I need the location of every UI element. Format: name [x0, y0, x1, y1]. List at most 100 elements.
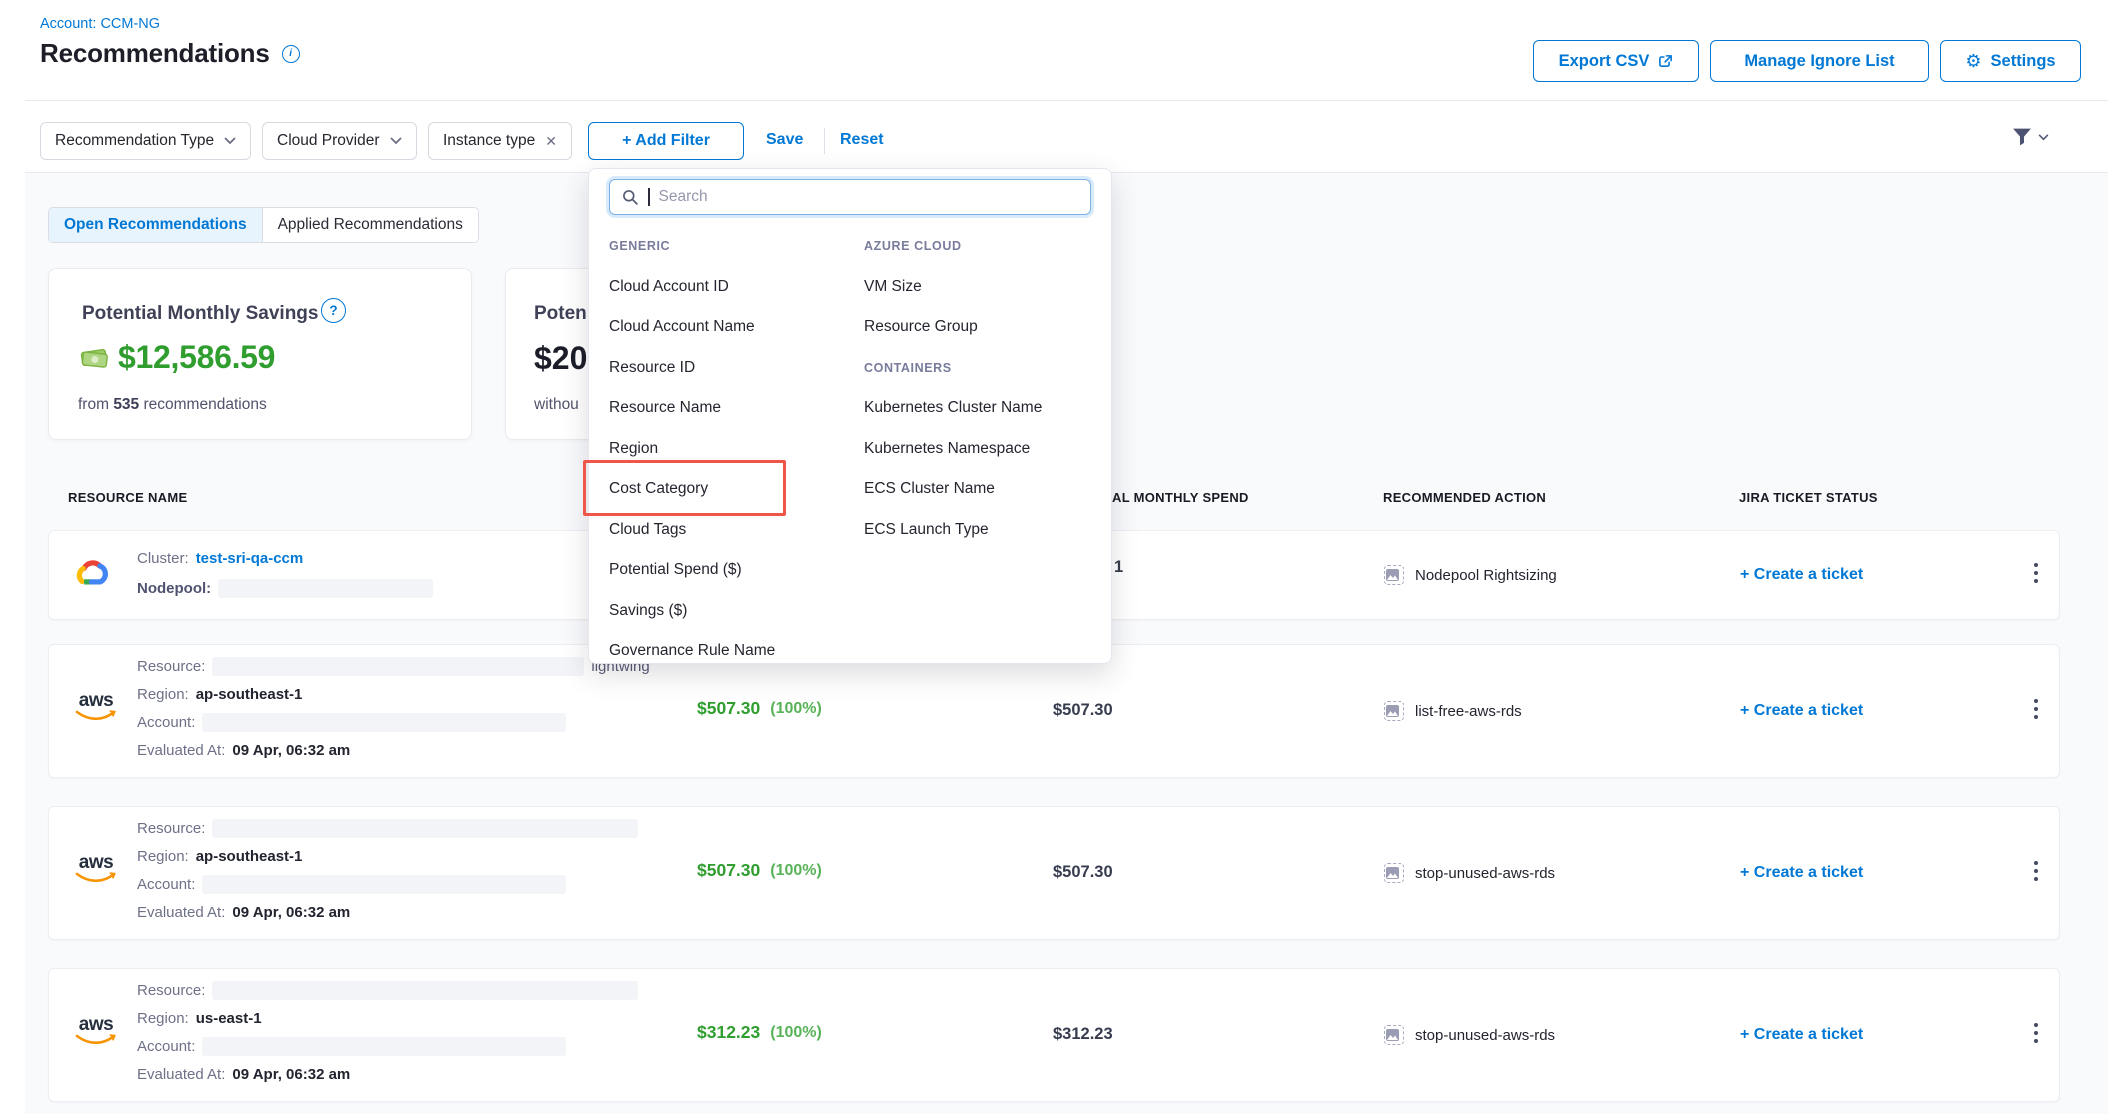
spend-card-subtitle-partial: withou [534, 396, 579, 414]
recommendation-count: 535 [113, 396, 139, 413]
recommended-action-cell: Nodepool Rightsizing [1384, 565, 1557, 585]
evaluated-at-value: 09 Apr, 06:32 am [232, 742, 350, 759]
redacted-nodepool-value [218, 579, 433, 598]
recommended-action-label: Nodepool Rightsizing [1415, 567, 1557, 584]
monthly-spend-value: $507.30 [1053, 701, 1113, 720]
recommendations-page: Account: CCM-NG Recommendations i Export… [0, 0, 2108, 1114]
settings-label: Settings [1991, 52, 2056, 71]
table-row[interactable]: aws Resource: Region: ap-southeast-1 Acc… [48, 806, 2060, 940]
recommended-action-cell: stop-unused-aws-rds [1384, 1025, 1555, 1045]
dropdown-item-cloud-account-name[interactable]: Cloud Account Name [609, 307, 854, 348]
column-header-total-monthly-spend[interactable]: AL MONTHLY SPEND [1112, 490, 1249, 505]
dropdown-item-potential-spend[interactable]: Potential Spend ($) [609, 550, 854, 591]
export-csv-button[interactable]: Export CSV [1533, 40, 1699, 82]
dropdown-item-governance-rule-name[interactable]: Governance Rule Name [609, 631, 854, 672]
filter-chip-cloud-provider[interactable]: Cloud Provider [262, 122, 417, 160]
dropdown-column-cloud-specific: AZURE CLOUD VM Size Resource Group CONTA… [864, 226, 1094, 550]
recommendations-tabs: Open Recommendations Applied Recommendat… [48, 207, 479, 243]
funnel-icon [2012, 127, 2032, 147]
filter-chip-recommendation-type[interactable]: Recommendation Type [40, 122, 251, 160]
savings-percentage: (100%) [770, 1024, 822, 1042]
region-label: Region: [137, 1010, 189, 1027]
settings-button[interactable]: ⚙ Settings [1940, 40, 2081, 82]
dropdown-item-vm-size[interactable]: VM Size [864, 267, 1094, 308]
create-ticket-link[interactable]: + Create a ticket [1740, 1026, 1863, 1044]
column-header-recommended-action[interactable]: RECOMMENDED ACTION [1383, 490, 1546, 505]
search-input[interactable]: Search [609, 179, 1091, 215]
recommended-action-cell: stop-unused-aws-rds [1384, 863, 1555, 883]
table-row[interactable]: aws Resource: lightwing Region: ap-south… [48, 644, 2060, 778]
savings-amount: $12,586.59 [118, 339, 275, 376]
manage-ignore-list-button[interactable]: Manage Ignore List [1710, 40, 1929, 82]
aws-logo-text: aws [79, 853, 113, 872]
cluster-name-link[interactable]: test-sri-qa-ccm [196, 550, 304, 567]
aws-logo-text: aws [79, 1015, 113, 1034]
filter-links-divider [824, 128, 825, 154]
region-label: Region: [137, 686, 189, 703]
chip-label: Instance type [443, 132, 535, 150]
dropdown-item-ecs-launch-type[interactable]: ECS Launch Type [864, 510, 1094, 551]
dropdown-item-cloud-account-id[interactable]: Cloud Account ID [609, 267, 854, 308]
close-icon[interactable]: ✕ [545, 133, 557, 150]
search-icon [622, 189, 639, 206]
info-icon[interactable]: i [282, 45, 300, 63]
region-value: us-east-1 [196, 1010, 262, 1027]
action-thumbnail-icon [1384, 701, 1404, 721]
resource-label: Resource: [137, 658, 205, 675]
evaluated-at-label: Evaluated At: [137, 904, 225, 921]
section-header-generic: GENERIC [609, 226, 854, 267]
add-filter-button[interactable]: + Add Filter [588, 122, 744, 160]
dropdown-item-ecs-cluster-name[interactable]: ECS Cluster Name [864, 469, 1094, 510]
aws-logo-text: aws [79, 691, 113, 710]
add-filter-label: + Add Filter [622, 132, 710, 150]
text-cursor [648, 188, 650, 206]
account-label: Account: [137, 714, 195, 731]
help-icon[interactable]: ? [321, 298, 346, 323]
filter-chip-instance-type[interactable]: Instance type ✕ [428, 122, 572, 160]
table-row[interactable]: aws Resource: Region: us-east-1 Account:… [48, 968, 2060, 1102]
reset-filter-link[interactable]: Reset [840, 131, 884, 149]
breadcrumb[interactable]: Account: CCM-NG [40, 16, 160, 32]
create-ticket-link[interactable]: + Create a ticket [1740, 566, 1863, 584]
monthly-spend-value: $507.30 [1053, 863, 1113, 882]
google-cloud-icon [71, 557, 113, 595]
cost-category-highlight-box [583, 460, 786, 516]
action-thumbnail-icon [1384, 1025, 1404, 1045]
gear-icon: ⚙ [1965, 51, 1981, 72]
savings-percentage: (100%) [770, 700, 822, 718]
manage-ignore-list-label: Manage Ignore List [1744, 52, 1894, 71]
create-ticket-link[interactable]: + Create a ticket [1740, 864, 1863, 882]
chevron-down-icon [390, 137, 402, 145]
page-title: Recommendations [40, 38, 270, 69]
dropdown-item-resource-id[interactable]: Resource ID [609, 348, 854, 389]
tab-open-recommendations[interactable]: Open Recommendations [49, 208, 262, 242]
dropdown-item-kubernetes-cluster-name[interactable]: Kubernetes Cluster Name [864, 388, 1094, 429]
redacted-resource-value [212, 819, 638, 838]
redacted-resource-value [212, 657, 584, 676]
create-ticket-link[interactable]: + Create a ticket [1740, 702, 1863, 720]
nodepool-label: Nodepool: [137, 580, 211, 597]
save-filter-link[interactable]: Save [766, 131, 803, 149]
row-menu-button[interactable] [2027, 699, 2045, 719]
account-label: Account: [137, 876, 195, 893]
row-menu-button[interactable] [2027, 563, 2045, 583]
dropdown-item-savings[interactable]: Savings ($) [609, 591, 854, 632]
region-label: Region: [137, 848, 189, 865]
redacted-account-value [202, 713, 566, 732]
potential-monthly-savings-card: Potential Monthly Savings ? $12,586.59 f… [48, 268, 472, 440]
export-csv-label: Export CSV [1559, 52, 1650, 71]
region-value: ap-southeast-1 [196, 848, 303, 865]
dropdown-item-resource-group[interactable]: Resource Group [864, 307, 1094, 348]
row-menu-button[interactable] [2027, 1023, 2045, 1043]
filter-panel-toggle[interactable] [2012, 127, 2049, 147]
row-menu-button[interactable] [2027, 861, 2045, 881]
monthly-savings-value: $312.23 [697, 1022, 760, 1043]
dropdown-item-resource-name[interactable]: Resource Name [609, 388, 854, 429]
dropdown-item-kubernetes-namespace[interactable]: Kubernetes Namespace [864, 429, 1094, 470]
section-header-containers: CONTAINERS [864, 348, 1094, 389]
tab-applied-recommendations[interactable]: Applied Recommendations [262, 208, 478, 242]
column-header-jira-ticket-status[interactable]: JIRA TICKET STATUS [1739, 490, 1878, 505]
region-value: ap-southeast-1 [196, 686, 303, 703]
evaluated-at-value: 09 Apr, 06:32 am [232, 1066, 350, 1083]
column-header-resource-name[interactable]: RESOURCE NAME [68, 490, 187, 505]
